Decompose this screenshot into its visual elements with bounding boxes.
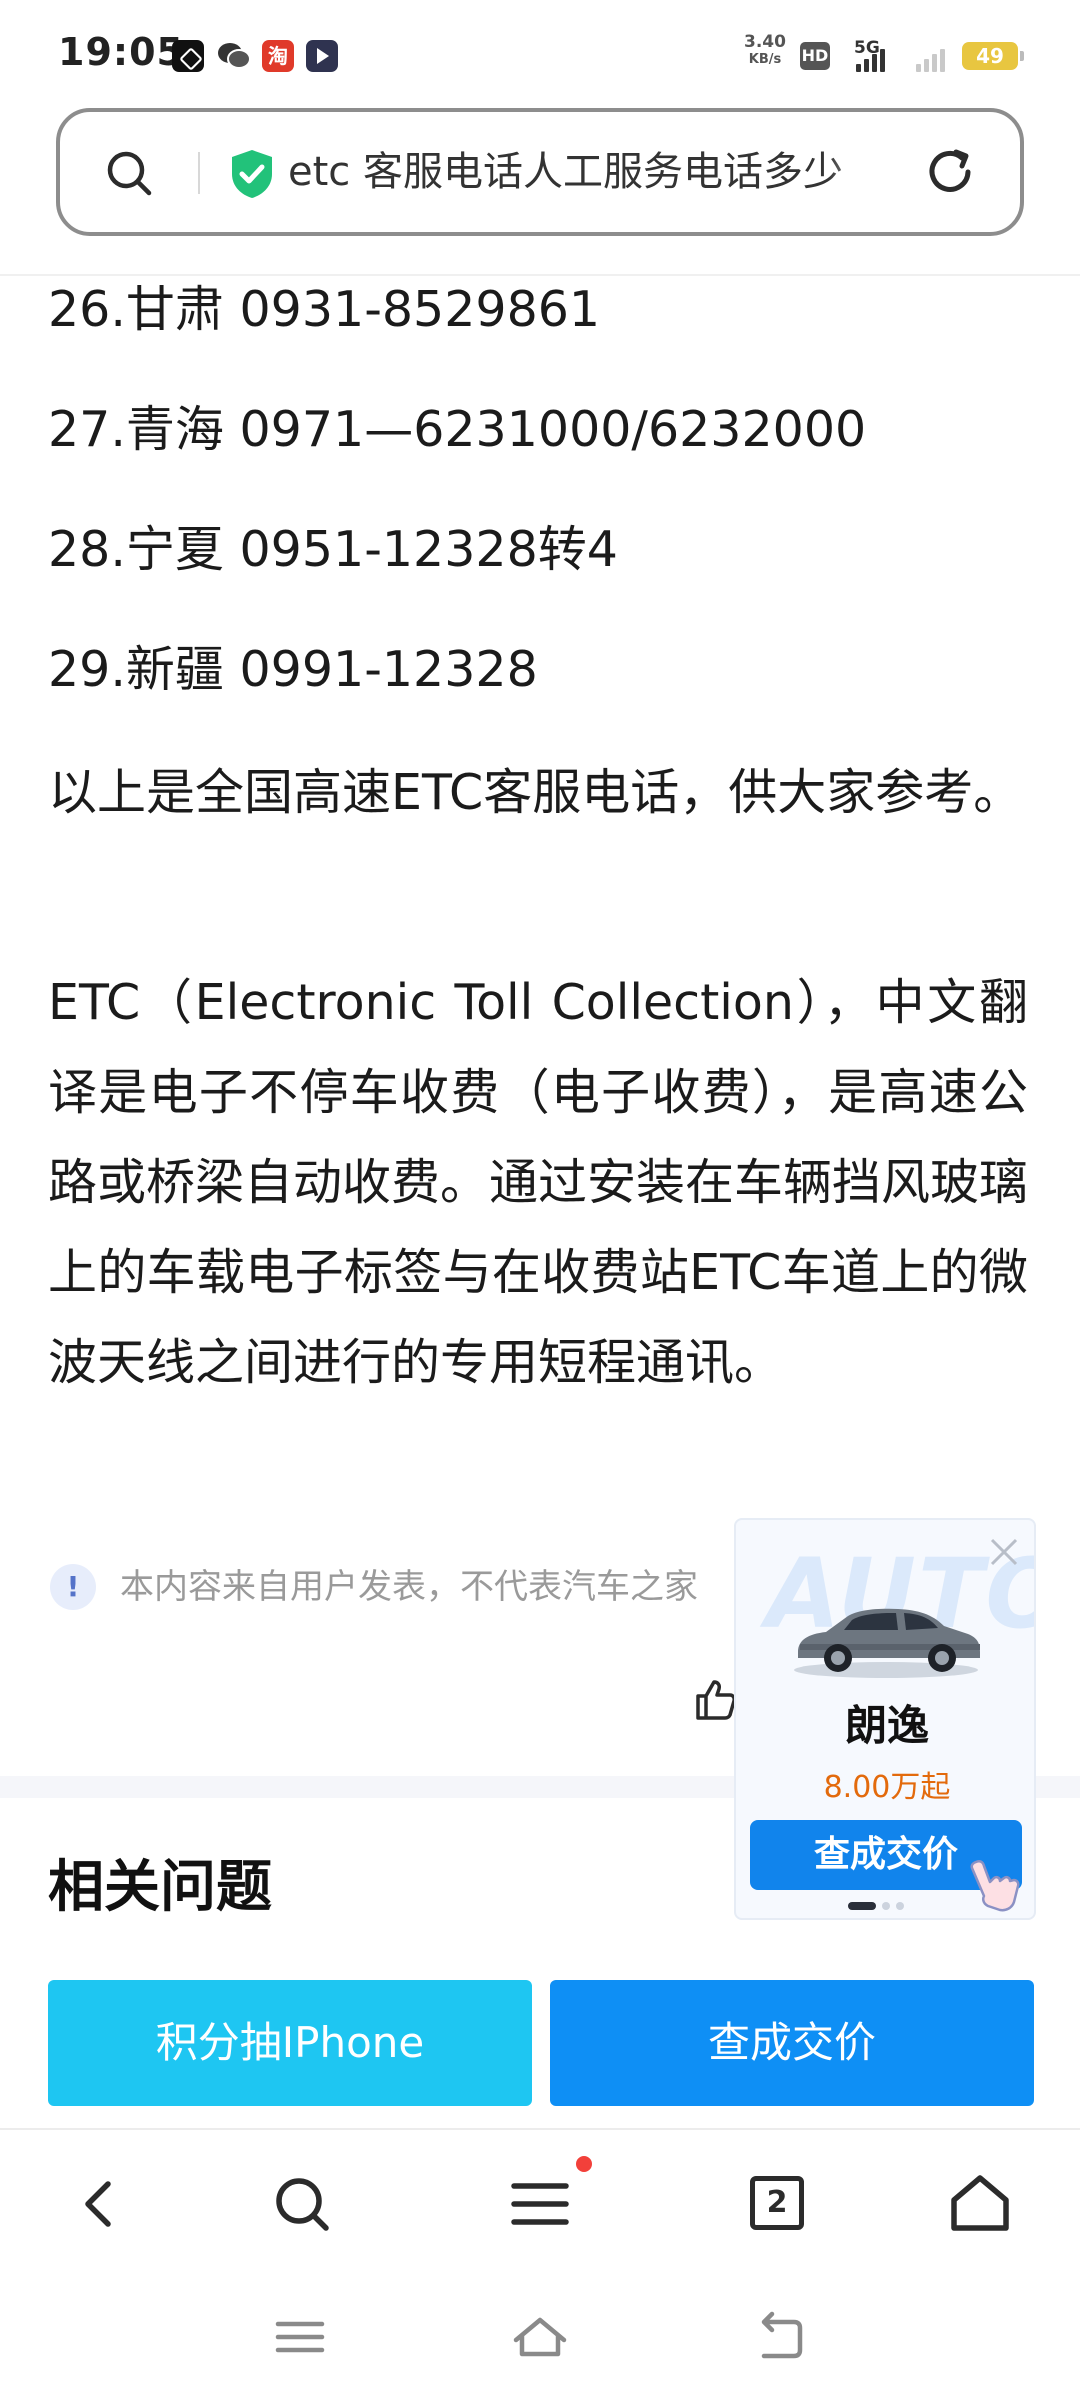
system-home-icon[interactable] [510,2310,570,2364]
system-back-icon[interactable] [750,2310,810,2364]
network-speed-value: 3.40 [744,32,786,52]
home-icon[interactable] [944,2168,1016,2240]
network-speed-unit: KB/s [748,52,782,67]
refresh-icon[interactable] [922,144,978,200]
ad-car-name: 朗逸 [844,1701,929,1750]
list-item: 27.青海 0971—6231000/6232000 [48,401,867,458]
back-button[interactable] [64,2168,136,2240]
close-icon[interactable] [986,1534,1022,1570]
ad-carousel-dots [848,1902,904,1910]
menu-icon[interactable] [504,2168,576,2240]
address-query-text[interactable]: etc 客服电话人工服务电话多少 [288,142,888,202]
tabs-button[interactable]: 2 [750,2176,804,2230]
system-recents-icon[interactable] [270,2310,330,2364]
points-lottery-button[interactable]: 积分抽IPhone [48,1980,532,2106]
thumbs-up-icon[interactable] [692,1676,738,1722]
toolbar-search-icon[interactable] [266,2168,338,2240]
hd-badge: HD [800,42,830,70]
status-time: 19:05 [58,30,184,74]
status-bar: 19:05 淘 3.40 KB/s HD 5G 49 [0,0,1080,100]
ad-car-price: 8.00万起 [823,1770,951,1805]
signal-strength-sim2-icon [916,44,945,72]
info-icon: ! [50,1564,96,1610]
car-image [786,1582,986,1682]
pointing-hand-icon [966,1854,1026,1914]
notification-dot [576,2156,592,2172]
related-questions-title: 相关问题 [48,1855,272,1920]
signal-strength-icon [856,44,885,72]
list-item: 26.甘肃 0931-8529861 [48,281,601,338]
wechat-icon [216,40,251,72]
transaction-price-button[interactable]: 查成交价 [550,1980,1034,2106]
network-speed: 3.40 KB/s [740,34,790,68]
taobao-icon: 淘 [262,40,294,72]
address-bar[interactable]: etc 客服电话人工服务电话多少 [56,108,1024,236]
floating-car-ad[interactable]: AUTO 朗逸 8.00万起 查成交价 [734,1518,1036,1920]
definition-paragraph: ETC（Electronic Toll Collection），中文翻译是电子不… [48,974,1029,1391]
list-item: 29.新疆 0991-12328 [48,641,538,698]
search-icon[interactable] [104,148,154,198]
address-bar-divider [198,152,200,194]
video-app-icon [306,40,338,72]
list-item: 28.宁夏 0951-12328转4 [48,521,618,578]
toolbar-divider [0,2128,1080,2130]
capcut-icon [172,40,204,72]
secure-shield-icon [228,148,276,200]
summary-paragraph: 以上是全国高速ETC客服电话，供大家参考。 [48,764,1023,821]
battery-indicator: 49 [962,42,1024,70]
disclaimer-text: 本内容来自用户发表，不代表汽车之家 [120,1567,698,1607]
